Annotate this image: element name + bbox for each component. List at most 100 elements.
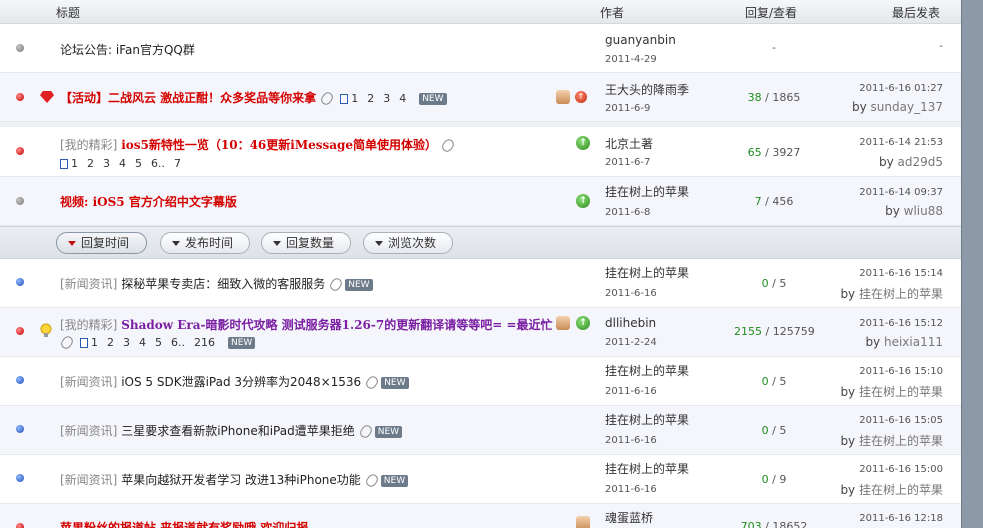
author-link[interactable]: dllihebin xyxy=(605,316,656,330)
right-side-gutter xyxy=(961,0,983,528)
last-poster-link[interactable]: 挂在树上的苹果 xyxy=(859,434,943,448)
thread-title-link[interactable]: 苹果向越狱开发者学习 改进13种iPhone功能 xyxy=(121,473,361,487)
post-date: 2011-6-7 xyxy=(605,157,651,168)
multipage-icon xyxy=(80,337,88,348)
author-link[interactable]: 北京土著 xyxy=(605,135,653,152)
page-link[interactable]: 2 xyxy=(367,92,374,105)
last-post-date: 2011-6-16 12:18 xyxy=(859,513,943,524)
thread-list-panel: 标题 作者 回复/查看 最后发表 论坛公告: iFan官方QQ群 guanyan… xyxy=(0,0,961,528)
post-date: 2011-6-16 xyxy=(605,386,657,397)
reply-view-count: 0 / 5 xyxy=(761,375,787,388)
new-badge: NEW xyxy=(374,425,403,438)
thread-title-link[interactable]: iOS 5 SDK泄露iPad 3分辨率为2048×1536 xyxy=(121,375,361,389)
upgrade-icon: ↑ xyxy=(576,194,590,208)
last-post-date: 2011-6-16 15:05 xyxy=(859,415,943,426)
status-dot-icon xyxy=(16,278,24,286)
multipage-icon xyxy=(340,93,349,104)
post-date: 2011-6-16 xyxy=(605,484,657,495)
author-link[interactable]: 挂在树上的苹果 xyxy=(605,183,689,200)
author-link[interactable]: 挂在树上的苹果 xyxy=(605,411,689,428)
thumbs-up-icon xyxy=(576,516,590,528)
author-link[interactable]: 挂在树上的苹果 xyxy=(605,460,689,477)
table-row: [新闻资讯] iOS 5 SDK泄露iPad 3分辨率为2048×1536 NEW… xyxy=(0,357,961,406)
reply-view-count: 0 / 9 xyxy=(761,473,787,486)
thread-title-link[interactable]: 论坛公告: iFan官方QQ群 xyxy=(60,41,195,58)
page-link[interactable]: 3 xyxy=(383,92,390,105)
table-row: [新闻资讯] 三星要求查看新款iPhone和iPad遭苹果拒绝 NEW 挂在树上的… xyxy=(0,406,961,455)
author-link[interactable]: guanyanbin xyxy=(605,33,676,47)
status-dot-icon xyxy=(16,197,24,205)
table-row: 论坛公告: iFan官方QQ群 guanyanbin 2011-4-29 - - xyxy=(0,24,961,73)
last-post-date: 2011-6-16 15:10 xyxy=(859,366,943,377)
attachment-icon xyxy=(440,137,456,154)
thread-title-link[interactable]: 视频: iOS5 官方介绍中文字幕版 xyxy=(60,193,237,210)
thread-title-link[interactable]: 探秘苹果专卖店：细致入微的客服服务 xyxy=(121,277,325,291)
status-dot-icon xyxy=(16,376,24,384)
category-label[interactable]: [新闻资讯] xyxy=(60,473,117,487)
reply-view-count: 0 / 5 xyxy=(761,424,787,437)
thumbs-up-icon xyxy=(556,90,570,104)
author-link[interactable]: 挂在树上的苹果 xyxy=(605,264,689,281)
author-link[interactable]: 王大头的降雨季 xyxy=(605,81,689,98)
column-author[interactable]: 作者 xyxy=(600,4,624,21)
thread-title-link[interactable]: Shadow Era-暗影时代攻略 测试服务器1.26-7的更新翻译请等等吧= … xyxy=(121,318,552,332)
author-link[interactable]: 挂在树上的苹果 xyxy=(605,362,689,379)
page-links: 1 2 3 4 5 6.. 7 xyxy=(71,157,181,170)
status-dot-icon xyxy=(16,523,24,528)
upgrade-icon: ↑ xyxy=(576,136,590,150)
last-post-date: 2011-6-14 21:53 xyxy=(859,137,943,148)
page-link[interactable]: 1 xyxy=(351,92,358,105)
hot-badge-icon: ↑ xyxy=(575,91,587,103)
upgrade-icon: ↑ xyxy=(576,316,590,330)
post-date: 2011-4-29 xyxy=(605,54,657,65)
category-label[interactable]: [新闻资讯] xyxy=(60,277,117,291)
thread-title-link[interactable]: ios5新特性一览（10：46更新iMessage简单使用体验） xyxy=(121,138,437,152)
thread-title-link[interactable]: 苹果粉丝的报道帖 来报道就有奖励哦 欢迎归报 xyxy=(60,519,308,528)
last-poster-link[interactable]: ad29d5 xyxy=(898,155,944,169)
lightbulb-icon xyxy=(40,323,52,337)
attachment-icon xyxy=(363,472,380,489)
last-poster-link[interactable]: sunday_137 xyxy=(871,100,943,114)
post-date: 2011-6-8 xyxy=(605,207,651,218)
last-poster-link[interactable]: 挂在树上的苹果 xyxy=(859,483,943,497)
last-poster-link[interactable]: heixia111 xyxy=(884,335,943,349)
column-title[interactable]: 标题 xyxy=(56,4,80,21)
post-date: 2011-6-16 xyxy=(605,435,657,446)
column-last-post[interactable]: 最后发表 xyxy=(892,4,940,21)
sort-toolbar: 回复时间 发布时间 回复数量 浏览次数 xyxy=(0,226,961,259)
reply-view-count: 65 / 3927 xyxy=(747,146,801,159)
table-row: 【活动】二战风云 激战正酣！众多奖品等你来拿 1 2 3 4 NEW ↑ 王大头的降雨季 … xyxy=(0,73,961,122)
reply-view-count: - xyxy=(772,41,776,54)
sort-by-reply-count-button[interactable]: 回复数量 xyxy=(261,232,351,254)
category-label[interactable]: [我的精彩] xyxy=(60,318,117,332)
post-date: 2011-2-24 xyxy=(605,337,657,348)
status-dot-icon xyxy=(16,474,24,482)
page-links: 1 2 3 4 5 6.. 216 xyxy=(91,336,215,349)
last-poster-link[interactable]: wliu88 xyxy=(904,204,943,218)
table-row: 苹果粉丝的报道帖 来报道就有奖励哦 欢迎归报 魂蛋蓝桥 703 / 18652 … xyxy=(0,504,961,528)
sort-by-view-count-button[interactable]: 浏览次数 xyxy=(363,232,453,254)
table-row: [我的精彩] ios5新特性一览（10：46更新iMessage简单使用体验） … xyxy=(0,122,961,177)
author-link[interactable]: 魂蛋蓝桥 xyxy=(605,509,653,526)
category-label[interactable]: [我的精彩] xyxy=(60,138,117,152)
category-label[interactable]: [新闻资讯] xyxy=(60,375,117,389)
status-dot-icon xyxy=(16,327,24,335)
sort-by-post-time-button[interactable]: 发布时间 xyxy=(160,232,250,254)
table-row: [新闻资讯] 苹果向越狱开发者学习 改进13种iPhone功能 NEW 挂在树上的… xyxy=(0,455,961,504)
thread-title-link[interactable]: 【活动】二战风云 激战正酣！众多奖品等你来拿 xyxy=(60,91,316,105)
new-badge: NEW xyxy=(345,278,373,291)
category-label[interactable]: [新闻资讯] xyxy=(60,424,117,438)
table-header: 标题 作者 回复/查看 最后发表 xyxy=(0,0,961,24)
last-post-date: 2011-6-14 09:37 xyxy=(859,187,943,198)
last-poster-link[interactable]: 挂在树上的苹果 xyxy=(859,385,943,399)
page-link[interactable]: 4 xyxy=(399,92,406,105)
gem-icon xyxy=(40,91,54,103)
last-poster-link[interactable]: 挂在树上的苹果 xyxy=(859,287,943,301)
column-replies[interactable]: 回复/查看 xyxy=(745,4,797,21)
sort-by-reply-time-button[interactable]: 回复时间 xyxy=(56,232,147,254)
table-row: [我的精彩] Shadow Era-暗影时代攻略 测试服务器1.26-7的更新翻… xyxy=(0,308,961,357)
thread-title-link[interactable]: 三星要求查看新款iPhone和iPad遭苹果拒绝 xyxy=(121,424,355,438)
post-date: 2011-6-9 xyxy=(605,103,651,114)
post-date: 2011-6-16 xyxy=(605,288,657,299)
status-dot-icon xyxy=(16,147,24,155)
